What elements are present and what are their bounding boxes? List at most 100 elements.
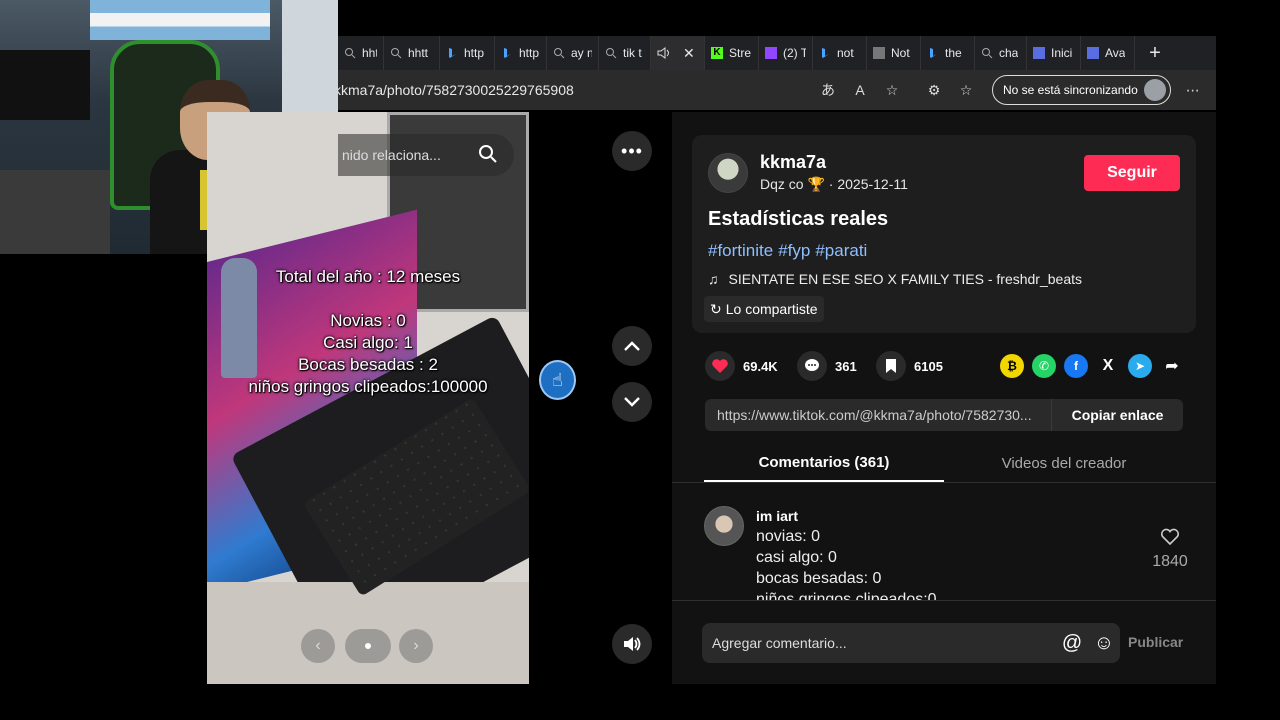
- browser-tab[interactable]: Not: [867, 36, 921, 70]
- more-options-icon[interactable]: ⋯: [1177, 76, 1209, 104]
- emoji-icon[interactable]: ☺: [1088, 627, 1120, 659]
- tab-label: Inici: [1051, 46, 1073, 60]
- tab-creator-videos[interactable]: Videos del creador: [944, 444, 1184, 482]
- translate-icon[interactable]: あ: [812, 76, 844, 104]
- comment-like[interactable]: 1840: [1150, 528, 1190, 571]
- avatar[interactable]: [704, 506, 744, 546]
- tab-label: not: [837, 46, 854, 60]
- profile-sync-button[interactable]: No se está sincronizando: [992, 75, 1171, 105]
- browser-tab[interactable]: (2) T: [759, 36, 813, 70]
- follow-button[interactable]: Seguir: [1084, 155, 1180, 191]
- search-icon: [344, 47, 356, 59]
- comment-username[interactable]: im iart: [756, 508, 798, 524]
- browser-tab[interactable]: Inici: [1027, 36, 1081, 70]
- content-tabs: Comentarios (361) Videos del creador: [704, 444, 1184, 482]
- hashtag-link[interactable]: #parati: [815, 241, 867, 260]
- like-stat[interactable]: 69.4K: [705, 351, 778, 381]
- browser-tab[interactable]: K Stre: [705, 36, 759, 70]
- comment-placeholder: Agregar comentario...: [712, 635, 847, 651]
- post-photo[interactable]: [207, 112, 529, 684]
- comment-icon[interactable]: [797, 351, 827, 381]
- chevron-down-icon: [624, 397, 640, 407]
- whatsapp-icon[interactable]: ✆: [1032, 354, 1056, 378]
- browser-tab[interactable]: not: [813, 36, 867, 70]
- tab-label: Stre: [729, 46, 752, 60]
- hashtags: #fortinite #fyp #parati: [708, 241, 872, 261]
- comment-count: 361: [835, 358, 857, 374]
- carousel-indicator[interactable]: [345, 629, 391, 663]
- photo-caption-overlay: Total del año : 12 meses Novias : 0 Casi…: [207, 266, 529, 398]
- share-circle-icon: ↻: [710, 300, 722, 317]
- heart-outline-icon[interactable]: [1160, 528, 1180, 546]
- author-name[interactable]: kkma7a: [760, 152, 826, 173]
- x-icon[interactable]: X: [1096, 354, 1120, 378]
- bing-icon: [446, 47, 458, 59]
- search-icon[interactable]: [478, 144, 498, 164]
- browser-tab[interactable]: Ava: [1081, 36, 1135, 70]
- speaker-icon[interactable]: [657, 47, 669, 59]
- heart-icon[interactable]: [705, 351, 735, 381]
- telegram-icon[interactable]: ➤: [1128, 354, 1152, 378]
- shared-badge[interactable]: ↻ Lo compartiste: [704, 296, 824, 322]
- comment-input[interactable]: Agregar comentario... @ ☺: [702, 623, 1120, 663]
- favorite-star-icon[interactable]: ☆: [876, 76, 908, 104]
- browser-tab[interactable]: cha: [975, 36, 1027, 70]
- hashtag-link[interactable]: #fyp: [778, 241, 810, 260]
- previous-post-button[interactable]: [612, 326, 652, 366]
- tab-comments[interactable]: Comentarios (361): [704, 444, 944, 482]
- tab-label: hhtt: [408, 46, 429, 60]
- search-icon: [390, 47, 402, 59]
- comment-line: novias: 0: [756, 528, 821, 545]
- extensions-icon[interactable]: ⚙: [918, 76, 950, 104]
- share-arrow-icon[interactable]: ➦: [1160, 354, 1184, 378]
- desk: [0, 170, 110, 254]
- close-icon[interactable]: ✕: [683, 45, 695, 62]
- mention-icon[interactable]: @: [1056, 627, 1088, 659]
- browser-tab[interactable]: http: [495, 36, 547, 70]
- browser-tab[interactable]: tik t: [599, 36, 651, 70]
- next-post-button[interactable]: [612, 382, 652, 422]
- related-search-bar[interactable]: nido relaciona...: [338, 134, 514, 176]
- comment-item: im iart novias: 0 casi algo: 0 bocas bes…: [704, 504, 1194, 600]
- address-bar: kkma7a/photo/7582730025229765908 あ A ☆ ⚙…: [334, 70, 1216, 110]
- browser-tab[interactable]: ay n: [547, 36, 599, 70]
- avatar[interactable]: [708, 153, 748, 193]
- volume-button[interactable]: [612, 624, 652, 664]
- avatar: [1143, 79, 1166, 101]
- save-stat[interactable]: 6105: [876, 351, 943, 381]
- publish-button[interactable]: Publicar: [1128, 634, 1183, 650]
- browser-tab[interactable]: hhtt: [338, 36, 384, 70]
- facebook-icon[interactable]: f: [1064, 354, 1088, 378]
- browser-tab-bar: hhtt hhtt http http ay n tik t ✕ K Stre: [338, 36, 1216, 70]
- new-tab-button[interactable]: +: [1135, 36, 1175, 70]
- coin-share-icon[interactable]: ₿: [1000, 354, 1024, 378]
- search-icon: [553, 47, 565, 59]
- carousel-prev-button[interactable]: ‹: [301, 629, 335, 663]
- copy-link-button[interactable]: Copiar enlace: [1051, 399, 1183, 431]
- author-meta: Dqz co 🏆 · 2025-12-11: [760, 176, 908, 192]
- post-link[interactable]: https://www.tiktok.com/@kkma7a/photo/758…: [705, 407, 1051, 423]
- comment-stat[interactable]: 361: [797, 351, 857, 381]
- browser-tab[interactable]: the: [921, 36, 975, 70]
- browser-tab-active[interactable]: ✕: [651, 36, 705, 70]
- more-button[interactable]: •••: [612, 131, 652, 171]
- tab-label: Ava: [1105, 46, 1126, 60]
- browser-tab[interactable]: http: [440, 36, 495, 70]
- tab-label: http: [519, 46, 540, 60]
- carousel-next-button[interactable]: ›: [399, 629, 433, 663]
- browser-tab[interactable]: hhtt: [384, 36, 440, 70]
- favorites-icon[interactable]: ☆: [950, 76, 982, 104]
- overlay-line: Bocas besadas : 2: [298, 355, 438, 374]
- read-aloud-icon[interactable]: A: [844, 76, 876, 104]
- bing-icon: [501, 47, 513, 59]
- post-link-box: https://www.tiktok.com/@kkma7a/photo/758…: [705, 399, 1183, 431]
- tab-label: the: [945, 46, 962, 60]
- hashtag-link[interactable]: #fortinite: [708, 241, 773, 260]
- save-count: 6105: [914, 358, 943, 374]
- overlay-line: Total del año : 12 meses: [275, 267, 461, 286]
- music-track[interactable]: ♫ SIENTATE EN ESE SEO X FAMILY TIES - fr…: [708, 271, 1082, 287]
- bookmark-icon[interactable]: [876, 351, 906, 381]
- sync-label: No se está sincronizando: [1003, 83, 1138, 97]
- divider: [672, 482, 1216, 483]
- url-field[interactable]: kkma7a/photo/7582730025229765908: [334, 82, 804, 98]
